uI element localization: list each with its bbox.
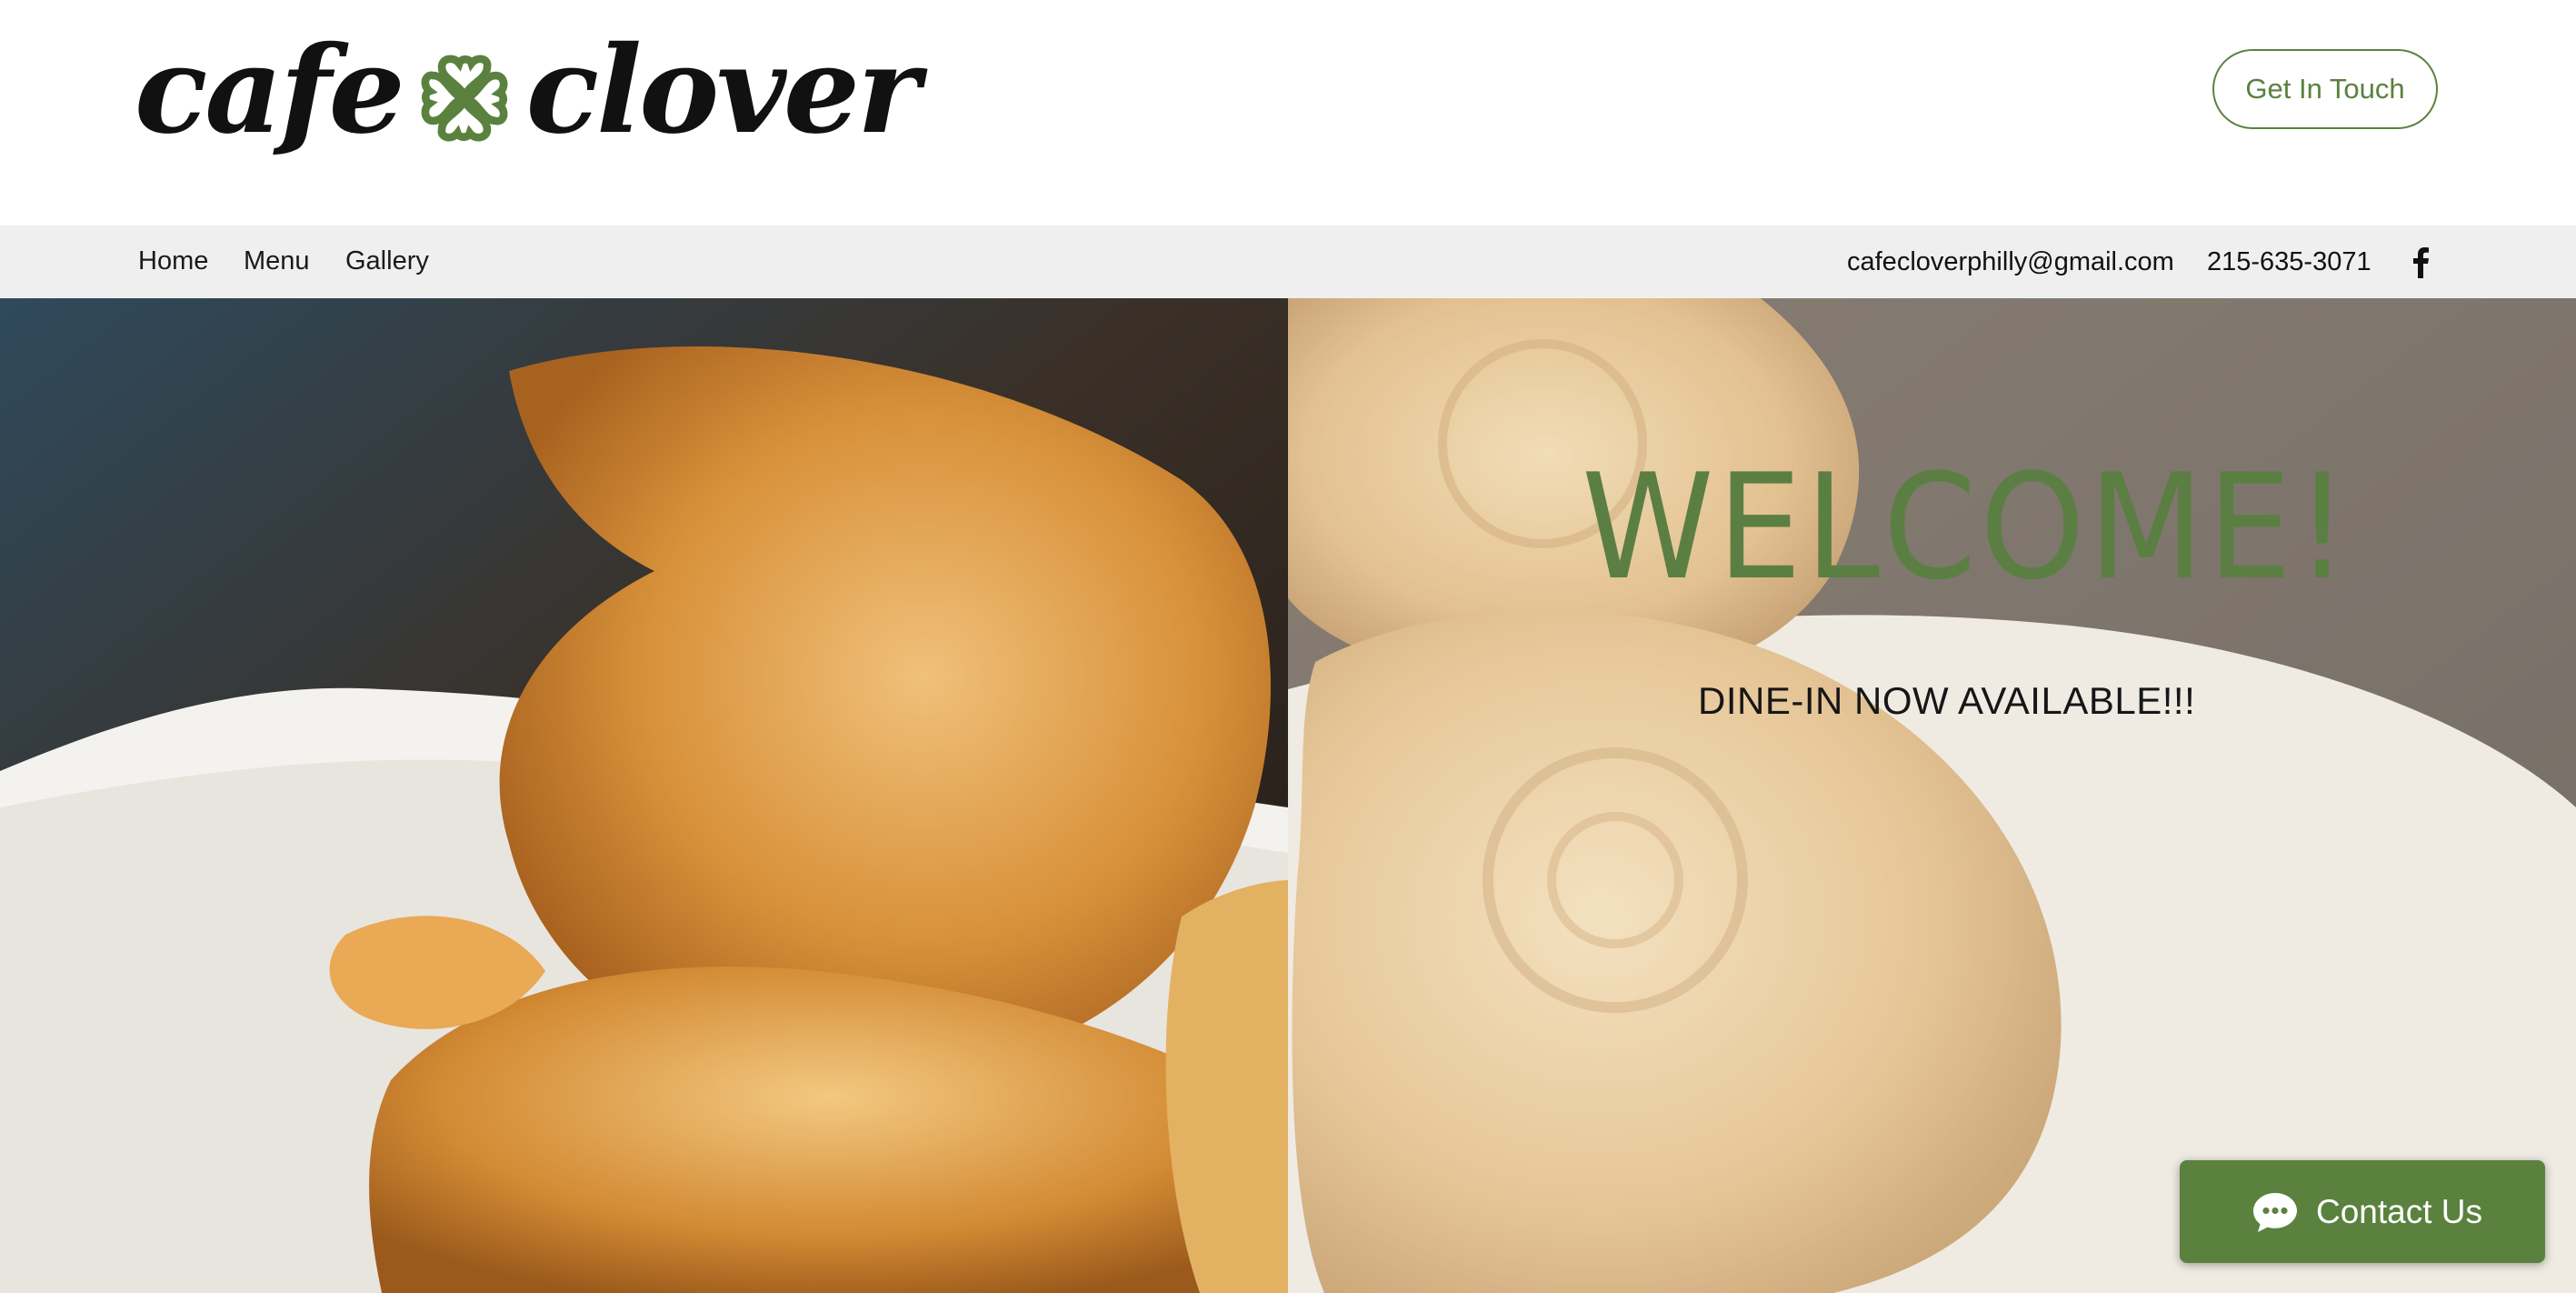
facebook-icon[interactable] <box>2407 246 2432 278</box>
nav-item-menu[interactable]: Menu <box>244 226 310 298</box>
main-nav-bar: Home Menu Gallery cafecloverphilly@gmail… <box>0 226 2576 298</box>
clover-icon <box>421 55 508 142</box>
page: cafe clover Get In Touch Home Menu Galle… <box>0 0 2576 1293</box>
get-in-touch-button[interactable]: Get In Touch <box>2212 49 2438 129</box>
nav-item-gallery[interactable]: Gallery <box>345 226 429 298</box>
hero-photo-left <box>0 298 1288 1293</box>
chat-label: Contact Us <box>2316 1192 2483 1230</box>
site-logo[interactable]: cafe clover <box>135 9 921 173</box>
site-header: cafe clover Get In Touch <box>0 0 2576 226</box>
hero-subheading: DINE-IN NOW AVAILABLE!!! <box>1698 679 2196 722</box>
logo-word-cafe: cafe <box>135 20 405 161</box>
contact-phone[interactable]: 215-635-3071 <box>2207 226 2371 298</box>
chat-bubble-icon <box>2253 1192 2297 1232</box>
nav-item-home[interactable]: Home <box>138 226 208 298</box>
hero-heading: WELCOME! <box>1582 442 2352 612</box>
logo-word-clover: clover <box>525 20 921 161</box>
contact-email[interactable]: cafecloverphilly@gmail.com <box>1847 226 2174 298</box>
contact-us-chat-button[interactable]: Contact Us <box>2180 1160 2545 1263</box>
